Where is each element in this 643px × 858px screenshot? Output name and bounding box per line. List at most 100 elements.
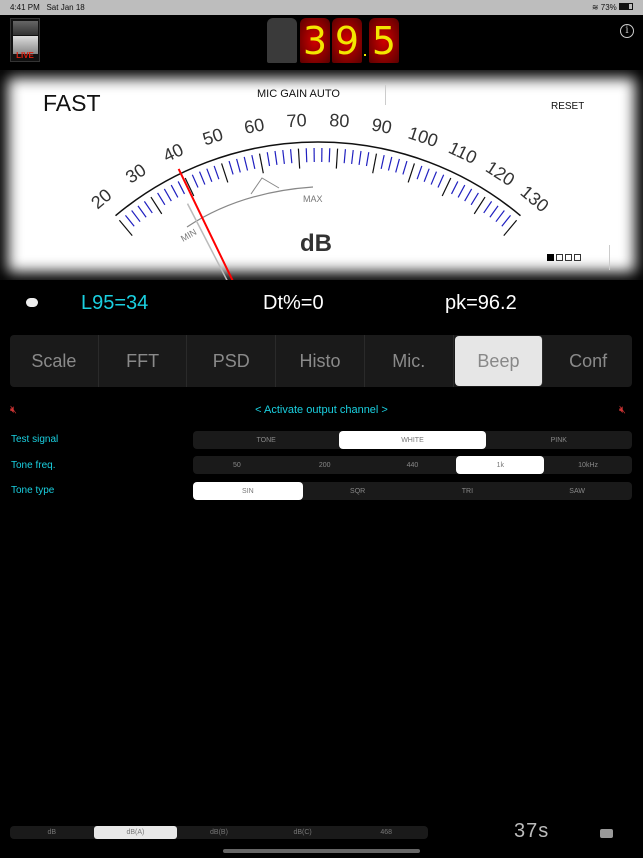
- activate-output-button[interactable]: < Activate output channel >: [0, 404, 643, 416]
- timer: 37s: [514, 820, 550, 840]
- scale-tick: [387, 156, 393, 171]
- scale-tick: [430, 171, 438, 185]
- l95-value: L95=34: [81, 292, 149, 314]
- option-sin[interactable]: SIN: [193, 482, 303, 500]
- digit-blank: [267, 18, 297, 63]
- weighting-468[interactable]: 468: [344, 826, 428, 839]
- scale-tick: [470, 192, 479, 206]
- scale-tick: [483, 201, 493, 214]
- scale-label: 40: [160, 139, 187, 166]
- weighting-db[interactable]: dB: [10, 826, 94, 839]
- page-dot: [565, 254, 572, 261]
- home-indicator: [223, 849, 420, 853]
- page-indicator[interactable]: [547, 254, 581, 261]
- tab-conf[interactable]: Conf: [544, 335, 632, 387]
- speaker-muted-icon[interactable]: 🔇︎: [619, 404, 626, 417]
- scale-tick: [206, 168, 213, 182]
- option-50[interactable]: 50: [193, 456, 281, 474]
- option-sqr[interactable]: SQR: [303, 482, 413, 500]
- decimal-point: [364, 54, 366, 56]
- status-bar: 4:41 PM Sat Jan 18 ≋ 73%: [0, 0, 643, 15]
- tab-fft[interactable]: FFT: [99, 335, 188, 387]
- scale-tick: [251, 155, 256, 169]
- scale-tick: [503, 219, 518, 236]
- scale-tick: [137, 205, 147, 218]
- scale-tick: [236, 158, 241, 173]
- option-200[interactable]: 200: [281, 456, 369, 474]
- scale-tick: [457, 184, 466, 198]
- option-white[interactable]: WHITE: [339, 431, 486, 449]
- scale-tick: [282, 149, 285, 164]
- tab-psd[interactable]: PSD: [187, 335, 277, 387]
- scale-tick: [380, 155, 385, 169]
- option-saw[interactable]: SAW: [522, 482, 632, 500]
- weighting-control: dB dB(A) dB(B) dB(C) 468: [10, 826, 428, 839]
- scale-tick: [358, 150, 362, 165]
- option-tone[interactable]: TONE: [193, 431, 339, 449]
- live-toggle[interactable]: LIVE: [10, 18, 40, 62]
- scale-label: 90: [370, 114, 393, 137]
- scale-tick: [351, 149, 354, 164]
- scale-tick: [473, 196, 486, 215]
- scale-tick: [143, 201, 153, 214]
- scale-tick: [163, 188, 172, 202]
- scale-tick: [437, 174, 445, 188]
- scale-tick: [416, 165, 423, 180]
- scale-label: 30: [122, 160, 150, 188]
- digit: 3: [300, 18, 330, 63]
- battery-level: 73%: [600, 3, 617, 12]
- scale-tick: [198, 171, 206, 185]
- scale-tick: [191, 174, 199, 188]
- scale-tick: [150, 196, 163, 215]
- scale-tick: [501, 214, 512, 227]
- weighting-dbc[interactable]: dB(C): [261, 826, 345, 839]
- scale-tick: [221, 163, 229, 183]
- option-1k[interactable]: 1k: [456, 456, 545, 474]
- tab-histo[interactable]: Histo: [276, 335, 365, 387]
- tab-scale[interactable]: Scale: [10, 335, 99, 387]
- tone-type-control: SIN SQR TRI SAW: [193, 482, 632, 500]
- digit: 9: [332, 18, 362, 63]
- scale-label: 110: [446, 138, 481, 168]
- tab-mic[interactable]: Mic.: [365, 335, 454, 387]
- weighting-dba[interactable]: dB(A): [93, 826, 178, 839]
- option-pink[interactable]: PINK: [486, 431, 632, 449]
- scale-tick: [289, 149, 293, 164]
- battery-icon: [619, 3, 633, 10]
- test-signal-label: Test signal: [11, 434, 59, 445]
- option-440[interactable]: 440: [369, 456, 457, 474]
- scale-tick: [213, 165, 220, 180]
- scale-tick: [170, 184, 179, 198]
- min-max-arc: [186, 186, 314, 228]
- scale-label: 50: [200, 124, 225, 149]
- scale-label: 20: [87, 185, 115, 213]
- unit-label: dB: [300, 230, 332, 257]
- scale-tick: [423, 168, 430, 182]
- scale-tick: [402, 160, 408, 175]
- dt-value: Dt%=0: [263, 292, 324, 314]
- scale-tick: [335, 148, 339, 169]
- camera-icon[interactable]: [600, 829, 613, 838]
- scale-tick: [177, 181, 186, 195]
- scale-tick: [124, 214, 135, 227]
- scale-tick: [372, 153, 378, 174]
- date: Sat Jan 18: [46, 3, 85, 12]
- scale-tick: [266, 152, 271, 167]
- scale-tick: [464, 188, 473, 202]
- scale-tick: [274, 150, 278, 165]
- live-label: LIVE: [16, 51, 34, 60]
- scale-tick: [441, 177, 452, 197]
- tab-beep[interactable]: Beep: [454, 336, 544, 386]
- scale-tick: [305, 148, 308, 163]
- scale-tick: [407, 163, 415, 183]
- option-10khz[interactable]: 10kHz: [544, 456, 632, 474]
- chat-icon[interactable]: [26, 298, 38, 307]
- scale-tick: [118, 219, 133, 236]
- option-tri[interactable]: TRI: [413, 482, 523, 500]
- info-icon[interactable]: i: [620, 24, 634, 38]
- max-label: MAX: [303, 194, 323, 204]
- scale-tick: [228, 160, 234, 175]
- weighting-dbb[interactable]: dB(B): [177, 826, 261, 839]
- scale-label: 80: [329, 110, 350, 131]
- test-signal-control: TONE WHITE PINK: [193, 431, 632, 449]
